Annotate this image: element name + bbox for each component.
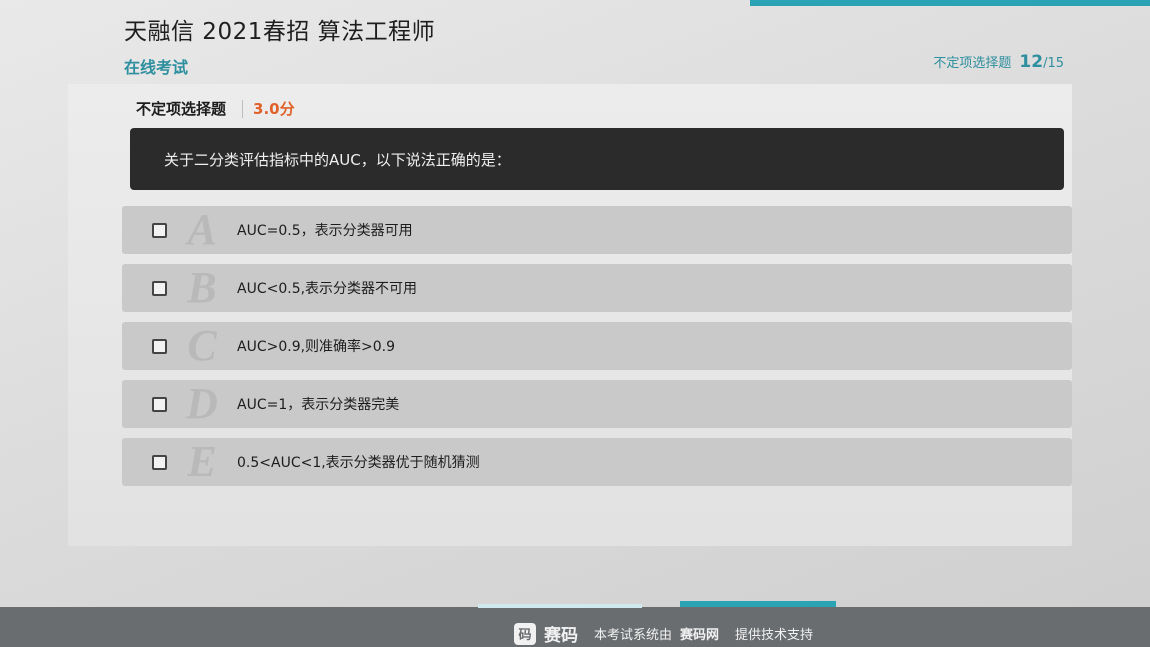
option-e-text: 0.5<AUC<1,表示分类器优于随机猜测	[237, 455, 480, 471]
option-e[interactable]: E 0.5<AUC<1,表示分类器优于随机猜测	[122, 438, 1072, 486]
footer-credit: 码 赛码 本考试系统由 赛码网 提供技术支持	[514, 621, 813, 646]
footer-support-suffix: 提供技术支持	[735, 628, 814, 643]
progress-counter: 12/15	[1019, 52, 1064, 72]
option-d-checkbox[interactable]	[152, 396, 167, 412]
option-c-letter: C	[187, 321, 217, 370]
footer-tab-next[interactable]	[680, 601, 836, 607]
option-b-letter: B	[187, 263, 217, 312]
option-b-checkbox[interactable]	[152, 280, 167, 296]
option-e-checkbox[interactable]	[152, 454, 167, 470]
saima-logo-icon: 码	[514, 622, 536, 645]
top-accent-bar	[750, 0, 1150, 6]
option-b-text: AUC<0.5,表示分类器不可用	[237, 281, 418, 297]
progress-total: /15	[1043, 56, 1064, 71]
option-c-checkbox[interactable]	[152, 338, 167, 354]
option-d-letter: D	[186, 379, 218, 428]
option-d-text: AUC=1，表示分类器完美	[237, 397, 400, 413]
footer-tab-previous[interactable]	[478, 604, 642, 608]
option-a-checkbox[interactable]	[152, 222, 167, 238]
exam-title: 天融信 2021春招 算法工程师	[124, 19, 436, 45]
option-d[interactable]: D AUC=1，表示分类器完美	[122, 380, 1072, 428]
option-c-text: AUC>0.9,则准确率>0.9	[237, 339, 396, 355]
question-stem: 关于二分类评估指标中的AUC，以下说法正确的是：	[130, 128, 1064, 190]
footer-support-prefix: 本考试系统由	[594, 628, 673, 643]
option-c[interactable]: C AUC>0.9,则准确率>0.9	[122, 322, 1072, 370]
question-stem-text: 关于二分类评估指标中的AUC，以下说法正确的是：	[164, 150, 511, 169]
question-score: 3.0分	[253, 100, 295, 118]
progress-current: 12	[1019, 52, 1044, 72]
meta-divider	[242, 99, 244, 118]
progress-type-label: 不定项选择题	[933, 56, 1012, 71]
option-b[interactable]: B AUC<0.5,表示分类器不可用	[122, 264, 1072, 312]
question-card: 不定项选择题 3.0分 关于二分类评估指标中的AUC，以下说法正确的是： A A…	[68, 84, 1072, 546]
footer-brand: 赛码	[544, 626, 578, 646]
option-e-letter: E	[187, 437, 217, 486]
question-meta: 不定项选择题 3.0分	[136, 98, 295, 119]
exam-subtitle: 在线考试	[124, 58, 189, 77]
option-a[interactable]: A AUC=0.5，表示分类器可用	[122, 206, 1072, 254]
question-progress: 不定项选择题 12/15	[933, 52, 1064, 72]
option-list: A AUC=0.5，表示分类器可用 B AUC<0.5,表示分类器不可用 C A…	[122, 206, 1072, 496]
option-a-text: AUC=0.5，表示分类器可用	[237, 223, 413, 239]
option-a-letter: A	[187, 205, 217, 254]
exam-header: 天融信 2021春招 算法工程师 在线考试	[124, 12, 435, 78]
footer-bar: 码 赛码 本考试系统由 赛码网 提供技术支持	[0, 601, 1150, 647]
question-type: 不定项选择题	[136, 100, 227, 118]
footer-support-brand: 赛码网	[680, 628, 720, 643]
